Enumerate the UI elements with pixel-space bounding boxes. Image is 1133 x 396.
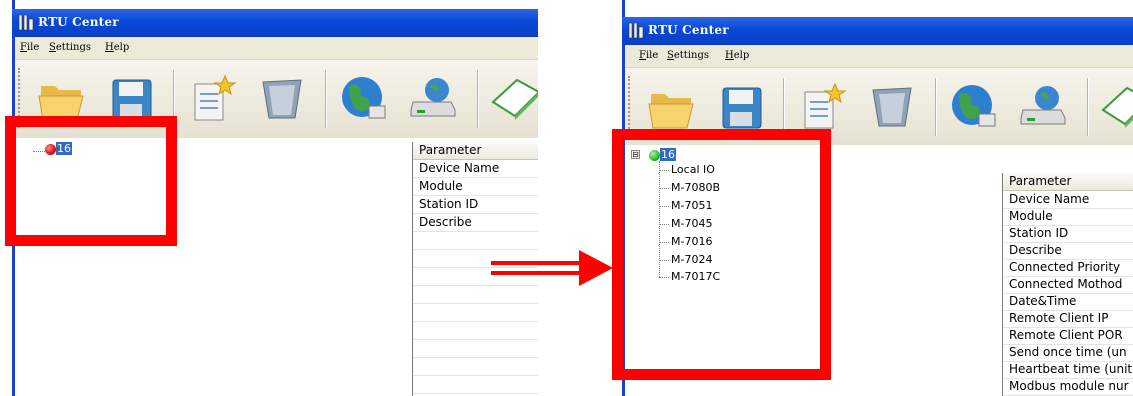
menu-help[interactable]: Help [105, 42, 129, 53]
param-row-empty[interactable] [413, 322, 538, 340]
param-row[interactable]: Connected Mothod [1003, 276, 1133, 294]
param-row[interactable]: Date&Time [1003, 293, 1133, 311]
param-row[interactable]: Connected Priority [1003, 259, 1133, 277]
param-row-empty[interactable] [413, 304, 538, 322]
device-icon[interactable] [407, 72, 461, 126]
param-row[interactable]: Remote Client POR [1003, 327, 1133, 345]
app-icon [18, 14, 34, 31]
trash-bin-icon[interactable] [255, 72, 309, 126]
menu-settings[interactable]: Settings [667, 50, 709, 61]
param-row[interactable]: Remote Client IP [1003, 310, 1133, 328]
param-row[interactable]: Device Name [413, 160, 538, 178]
param-row[interactable]: Module [413, 178, 538, 196]
window-title: RTU Center [648, 23, 729, 37]
globe-connect-icon[interactable] [947, 80, 1001, 134]
parameter-column-header[interactable]: Parameter [413, 142, 538, 160]
param-row[interactable]: Describe [1003, 242, 1133, 260]
trash-bin-icon[interactable] [865, 80, 919, 134]
toolbar-grip[interactable] [628, 76, 632, 136]
menu-settings[interactable]: Settings [49, 42, 91, 53]
title-bar[interactable]: RTU Center [12, 9, 538, 37]
param-row-empty[interactable] [413, 358, 538, 376]
arrow-right-icon [491, 250, 613, 286]
menu-file[interactable]: File [20, 42, 39, 53]
param-row[interactable]: Station ID [1003, 225, 1133, 243]
param-row[interactable]: Module [1003, 208, 1133, 226]
title-bar[interactable]: RTU Center [622, 17, 1133, 45]
param-row-empty[interactable] [413, 340, 538, 358]
window-title: RTU Center [38, 15, 119, 29]
new-document-icon[interactable] [795, 80, 849, 134]
app-icon [628, 22, 644, 39]
param-row[interactable]: Heartbeat time (unit [1003, 361, 1133, 379]
menu-help[interactable]: Help [725, 50, 749, 61]
menu-bar: File Settings Help [625, 45, 1133, 68]
new-document-icon[interactable] [185, 72, 239, 126]
param-row-empty[interactable] [413, 376, 538, 394]
book-icon[interactable] [1099, 80, 1133, 134]
save-disk-icon[interactable] [715, 80, 769, 134]
highlight-box-right [612, 129, 831, 380]
book-icon[interactable] [489, 72, 538, 126]
param-row[interactable]: Modbus module nur [1003, 378, 1133, 396]
parameter-panel: Parameter Device Name Module Station ID … [1002, 173, 1133, 396]
highlight-box-left [5, 116, 177, 246]
param-row[interactable]: Send once time (un [1003, 344, 1133, 362]
menu-file[interactable]: File [639, 50, 658, 61]
menu-bar: File Settings Help [15, 37, 538, 60]
param-row[interactable]: Station ID [413, 196, 538, 214]
parameter-column-header[interactable]: Parameter [1003, 173, 1133, 191]
device-icon[interactable] [1017, 80, 1071, 134]
param-row[interactable]: Describe [413, 214, 538, 232]
globe-connect-icon[interactable] [337, 72, 391, 126]
param-row[interactable]: Device Name [1003, 191, 1133, 209]
open-folder-icon[interactable] [647, 80, 701, 134]
